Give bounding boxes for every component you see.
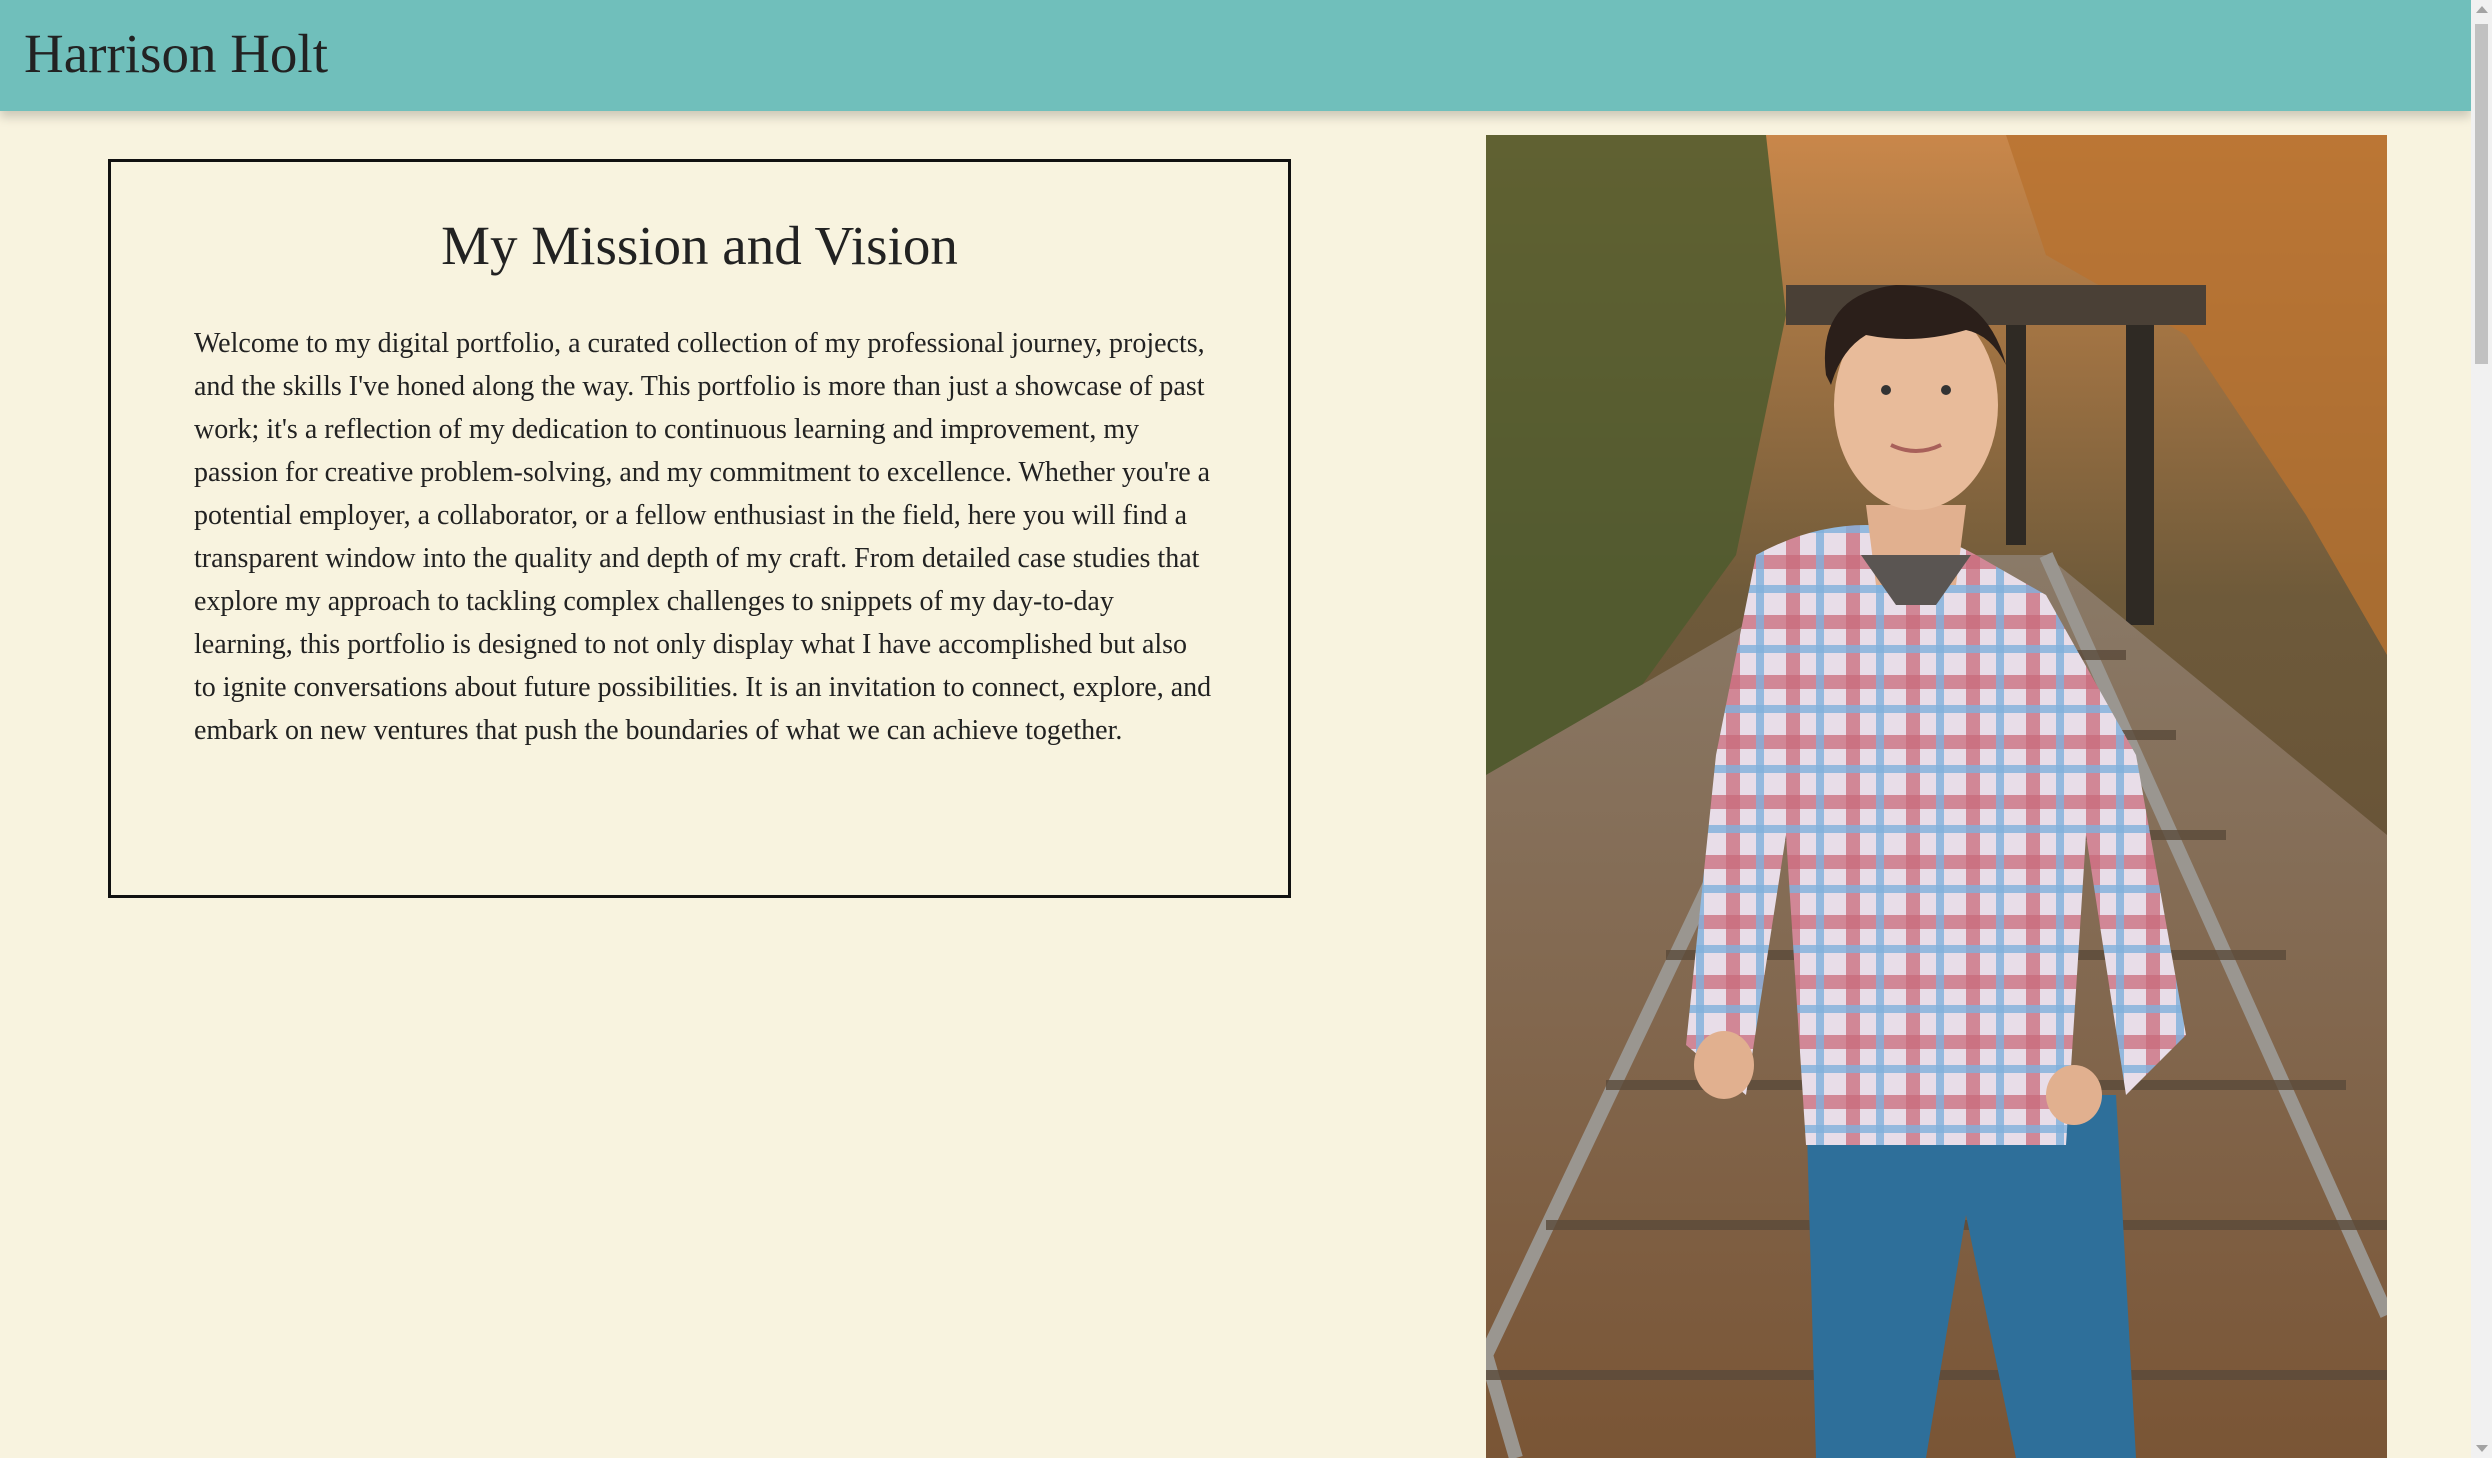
scroll-thumb[interactable] bbox=[2475, 24, 2488, 364]
mission-heading: My Mission and Vision bbox=[441, 215, 958, 276]
portrait-photo bbox=[1486, 135, 2387, 1458]
mission-section: My Mission and Vision Welcome to my digi… bbox=[108, 159, 1291, 898]
site-header: Harrison Holt bbox=[0, 0, 2471, 111]
page-scrollbar[interactable] bbox=[2471, 0, 2492, 1458]
site-title[interactable]: Harrison Holt bbox=[24, 18, 328, 90]
scroll-up-icon[interactable] bbox=[2476, 6, 2488, 13]
mission-text: Welcome to my digital portfolio, a curat… bbox=[194, 328, 1212, 746]
scroll-down-icon[interactable] bbox=[2476, 1445, 2488, 1452]
